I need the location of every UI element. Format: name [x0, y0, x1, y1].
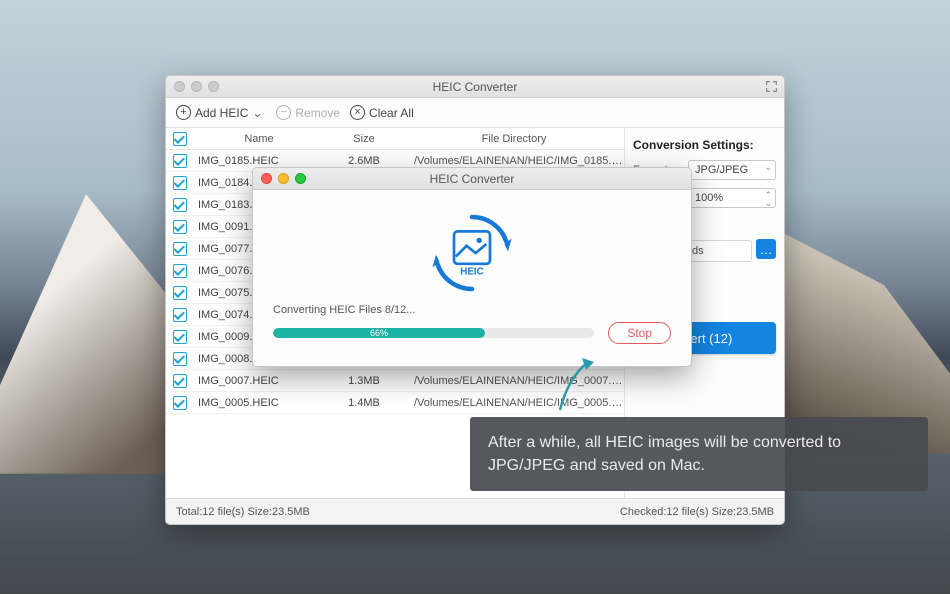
fullscreen-icon[interactable] [765, 80, 778, 93]
add-heic-button[interactable]: + Add HEIC ⌄ [176, 105, 266, 120]
add-heic-label: Add HEIC [195, 106, 248, 120]
stepper-icon: ⌃⌄ [764, 191, 772, 207]
file-path: /Volumes/ELAINENAN/HEIC/IMG_0185.HEIC [404, 155, 624, 167]
close-icon[interactable] [261, 173, 272, 184]
row-checkbox[interactable] [173, 242, 187, 256]
stop-button[interactable]: Stop [608, 322, 671, 344]
row-checkbox[interactable] [173, 330, 187, 344]
row-checkbox[interactable] [173, 220, 187, 234]
row-checkbox[interactable] [173, 308, 187, 322]
close-icon[interactable] [174, 81, 185, 92]
settings-title: Conversion Settings: [633, 138, 776, 152]
header-size[interactable]: Size [324, 133, 404, 145]
file-name: IMG_0005.HEIC [194, 397, 324, 409]
row-checkbox[interactable] [173, 264, 187, 278]
row-checkbox[interactable] [173, 176, 187, 190]
dialog-titlebar[interactable]: HEIC Converter [253, 168, 691, 190]
status-checked: Checked:12 file(s) Size:23.5MB [620, 506, 774, 518]
select-all-checkbox[interactable] [173, 132, 187, 146]
minimize-icon[interactable] [278, 173, 289, 184]
row-checkbox[interactable] [173, 286, 187, 300]
chevron-down-icon[interactable]: ⌄ [248, 106, 266, 120]
status-bar: Total:12 file(s) Size:23.5MB Checked:12 … [166, 498, 784, 524]
file-size: 1.3MB [324, 375, 404, 387]
remove-label: Remove [295, 106, 340, 120]
quality-select[interactable]: 100% ⌃⌄ [688, 188, 776, 208]
table-header: Name Size File Directory [166, 128, 624, 150]
stop-label: Stop [627, 326, 652, 340]
clear-all-label: Clear All [369, 106, 414, 120]
progress-text: Converting HEIC Files 8/12... [273, 304, 671, 316]
file-size: 1.4MB [324, 397, 404, 409]
annotation-tooltip: After a while, all HEIC images will be c… [470, 417, 928, 491]
chevron-down-icon: ⌄ [764, 163, 772, 171]
row-checkbox[interactable] [173, 154, 187, 168]
main-titlebar[interactable]: HEIC Converter [166, 76, 784, 98]
clear-all-button[interactable]: × Clear All [350, 105, 414, 120]
browse-button[interactable]: … [756, 239, 776, 259]
minus-icon: − [276, 105, 291, 120]
heic-conversion-icon: HEIC [427, 208, 517, 298]
row-checkbox[interactable] [173, 198, 187, 212]
svg-text:HEIC: HEIC [460, 267, 484, 278]
progress-percent: 66% [370, 328, 388, 338]
file-name: IMG_0185.HEIC [194, 155, 324, 167]
row-checkbox[interactable] [173, 396, 187, 410]
annotation-arrow-icon [548, 358, 608, 418]
quality-value: 100% [695, 192, 723, 204]
file-name: IMG_0007.HEIC [194, 375, 324, 387]
row-checkbox[interactable] [173, 352, 187, 366]
progress-bar: 66% [273, 328, 594, 338]
remove-button[interactable]: − Remove [276, 105, 340, 120]
file-size: 2.6MB [324, 155, 404, 167]
toolbar: + Add HEIC ⌄ − Remove × Clear All [166, 98, 784, 128]
progress-fill: 66% [273, 328, 485, 338]
window-controls [174, 81, 219, 92]
format-value: JPG/JPEG [695, 164, 748, 176]
row-checkbox[interactable] [173, 374, 187, 388]
annotation-text: After a while, all HEIC images will be c… [488, 434, 841, 474]
x-icon: × [350, 105, 365, 120]
window-controls [261, 173, 306, 184]
window-title: HEIC Converter [433, 80, 518, 94]
header-name[interactable]: Name [194, 133, 324, 145]
zoom-icon[interactable] [208, 81, 219, 92]
header-path[interactable]: File Directory [404, 133, 624, 145]
zoom-icon[interactable] [295, 173, 306, 184]
plus-icon: + [176, 105, 191, 120]
progress-dialog: HEIC Converter HEIC Converting HEIC File… [252, 167, 692, 367]
minimize-icon[interactable] [191, 81, 202, 92]
dialog-title: HEIC Converter [430, 172, 515, 186]
format-select[interactable]: JPG/JPEG ⌄ [688, 160, 776, 180]
status-total: Total:12 file(s) Size:23.5MB [176, 506, 310, 518]
